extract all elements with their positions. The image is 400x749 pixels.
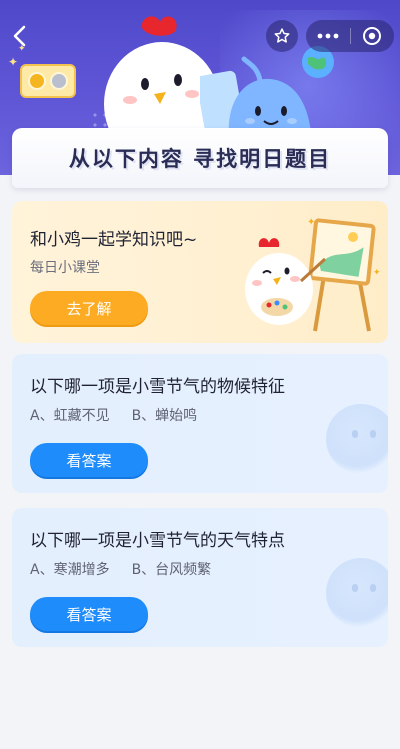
star-outline-icon	[274, 28, 290, 43]
question-title: 以下哪一项是小雪节气的天气特点	[30, 531, 285, 551]
learn-more-button[interactable]: 去了解	[30, 291, 148, 325]
ghost-eye	[352, 584, 358, 592]
option-a: A、寒潮增多	[30, 562, 110, 578]
gold-medal-icon	[28, 72, 46, 90]
view-answer-button[interactable]: 看答案	[30, 597, 148, 631]
option-b: B、台风频繁	[131, 562, 212, 578]
promo-title: 和小鸡一起学知识吧~	[30, 230, 198, 250]
ghost-eye	[370, 430, 376, 438]
svg-text:✦: ✦	[307, 217, 315, 228]
page: ✦ ✦ 从以下内容 寻找明日题目 和小鸡一起学知识吧~ 每日小课堂 去了解 ✦ …	[0, 0, 400, 749]
ghost-eye	[352, 430, 358, 438]
sparkle-icon: ✦	[18, 44, 26, 54]
section-title: 从以下内容 寻找明日题目	[68, 147, 332, 171]
chick-painting-illustration: ✦ ✦	[245, 217, 381, 332]
silver-medal-icon	[50, 72, 68, 90]
section-title-card: 从以下内容 寻找明日题目	[12, 128, 388, 188]
capsule-menu	[306, 20, 394, 52]
ghost-watermark-icon	[326, 558, 388, 628]
question-card: 以下哪一项是小雪节气的天气特点 A、寒潮增多 B、台风频繁 看答案	[12, 508, 388, 647]
medal-badge	[20, 64, 76, 98]
ghost-watermark-icon	[326, 404, 388, 474]
ghost-eye	[370, 584, 376, 592]
more-dots-icon	[317, 33, 339, 39]
promo-card: 和小鸡一起学知识吧~ 每日小课堂 去了解 ✦ ✦	[12, 201, 388, 343]
sparkle-icon: ✦	[8, 55, 19, 69]
question-card: 以下哪一项是小雪节气的物候特征 A、虹藏不见 B、蝉始鸣 看答案	[12, 354, 388, 493]
question-options: A、虹藏不见 B、蝉始鸣	[30, 405, 197, 425]
more-button[interactable]	[306, 20, 350, 52]
close-button[interactable]	[351, 20, 395, 52]
view-answer-button[interactable]: 看答案	[30, 443, 148, 477]
question-options: A、寒潮增多 B、台风频繁	[30, 559, 211, 579]
option-b: B、蝉始鸣	[131, 408, 198, 424]
favorite-button[interactable]	[266, 20, 298, 52]
promo-subtitle: 每日小课堂	[30, 260, 100, 276]
mini-program-capsule	[266, 20, 394, 52]
option-a: A、虹藏不见	[30, 408, 110, 424]
svg-text:✦: ✦	[373, 268, 381, 278]
target-circle-icon	[363, 27, 382, 45]
question-title: 以下哪一项是小雪节气的物候特征	[30, 377, 285, 397]
